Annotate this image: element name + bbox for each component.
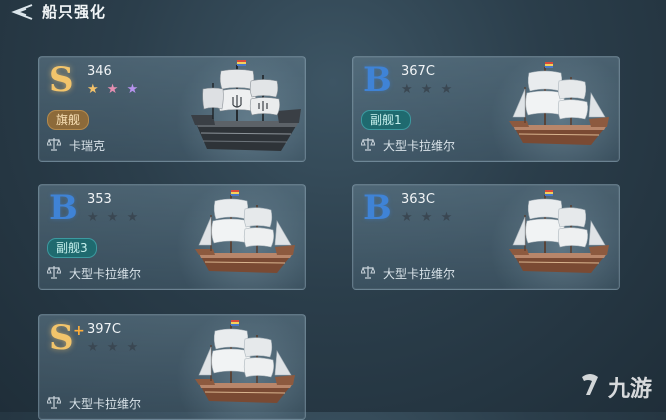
grade-label: B [363,188,392,228]
grade-plus: + [73,323,85,339]
ship-type-label: 大型卡拉维尔 [383,139,456,153]
watermark: 九游 [576,365,666,405]
ship-card[interactable]: B 363C ★ ★ ★ 大型卡拉维尔 [352,184,620,290]
ship-image [191,59,301,152]
scale-icon [47,137,61,151]
ship-id: 353 [87,192,112,207]
ship-id: 346 [87,64,112,79]
ship-card[interactable]: B 353 ★ ★ ★ 副舰3 大型卡拉维尔 [38,184,306,290]
scale-icon [47,265,61,279]
ship-card[interactable]: B 367C ★ ★ ★ 副舰1 大型卡拉维尔 [352,56,620,162]
star-icon: ★ [401,82,415,97]
star-icon: ★ [126,82,141,97]
star-icon: ★ [440,82,455,97]
star-rating: ★ ★ ★ [401,82,454,97]
star-icon: ★ [126,210,141,225]
star-icon: ★ [87,82,101,97]
star-icon: ★ [420,210,435,225]
scale-icon [47,395,61,409]
star-icon: ★ [87,210,101,225]
ship-id: 367C [401,64,435,79]
star-icon: ★ [126,340,141,355]
star-icon: ★ [106,340,121,355]
grade-label: S [49,318,74,358]
ship-card[interactable]: S + 397C ★ ★ ★ 大型卡拉维尔 [38,314,306,420]
top-bar: 船只强化 [0,0,666,26]
star-rating: ★ ★ ★ [87,82,140,97]
grade-label: B [363,60,392,100]
page-title: 船只强化 [42,3,107,21]
star-rating: ★ ★ ★ [87,210,140,225]
scale-icon [361,137,375,151]
watermark-text: 九游 [608,377,653,402]
ship-image [194,189,296,274]
ship-type-label: 大型卡拉维尔 [69,267,142,281]
star-rating: ★ ★ ★ [401,210,454,225]
star-rating: ★ ★ ★ [87,340,140,355]
ship-type-label: 卡瑞克 [69,139,106,153]
grade-label: B [49,188,78,228]
role-badge: 副舰3 [47,238,97,258]
ship-type-label: 大型卡拉维尔 [69,397,142,411]
star-icon: ★ [420,82,435,97]
role-badge: 副舰1 [361,110,411,130]
ship-id: 397C [87,322,121,337]
ship-card[interactable]: S 346 ★ ★ ★ 旗舰 卡瑞克 [38,56,306,162]
ship-id: 363C [401,192,435,207]
nine-games-logo-icon [582,374,598,395]
star-icon: ★ [401,210,415,225]
ship-image [194,319,296,404]
star-icon: ★ [440,210,455,225]
back-arrow-icon[interactable] [8,3,34,21]
star-icon: ★ [106,210,121,225]
scale-icon [361,265,375,279]
role-badge: 旗舰 [47,110,90,130]
star-icon: ★ [106,82,121,97]
star-icon: ★ [87,340,101,355]
grade-label: S [49,60,74,100]
ship-type-label: 大型卡拉维尔 [383,267,456,281]
ship-image [508,61,610,146]
ship-image [508,189,610,274]
